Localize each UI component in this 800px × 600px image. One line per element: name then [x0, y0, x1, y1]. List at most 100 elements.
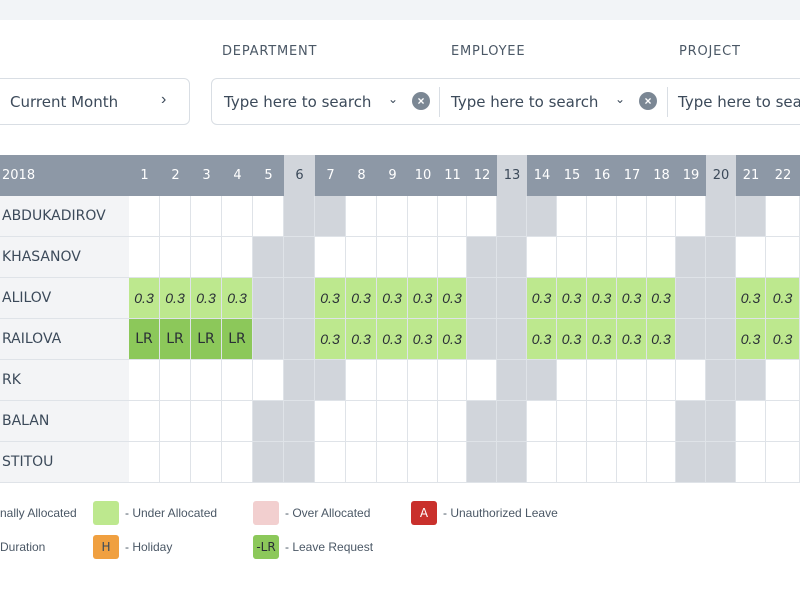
chevron-right-icon[interactable]: ›: [161, 91, 166, 109]
allocation-cell[interactable]: [160, 196, 191, 237]
allocation-cell[interactable]: [527, 360, 557, 401]
allocation-cell[interactable]: [587, 442, 617, 483]
allocation-cell[interactable]: [377, 196, 408, 237]
allocation-cell[interactable]: [222, 401, 253, 442]
allocation-cell[interactable]: [766, 401, 800, 442]
allocation-cell[interactable]: [377, 237, 408, 278]
allocation-cell[interactable]: [557, 237, 587, 278]
allocation-cell[interactable]: [676, 360, 706, 401]
allocation-cell[interactable]: [587, 401, 617, 442]
allocation-cell[interactable]: [129, 237, 160, 278]
allocation-cell[interactable]: [617, 360, 647, 401]
allocation-cell[interactable]: [467, 442, 497, 483]
allocation-cell[interactable]: [617, 196, 647, 237]
employee-search-input[interactable]: Type here to search: [451, 93, 598, 111]
allocation-cell[interactable]: 0.3: [617, 278, 647, 319]
allocation-cell[interactable]: [676, 278, 706, 319]
allocation-cell[interactable]: [467, 237, 497, 278]
allocation-cell[interactable]: 0.3: [377, 278, 408, 319]
allocation-cell[interactable]: [736, 196, 766, 237]
allocation-cell[interactable]: [284, 401, 315, 442]
allocation-cell[interactable]: [587, 360, 617, 401]
allocation-cell[interactable]: [377, 442, 408, 483]
allocation-cell[interactable]: [438, 442, 467, 483]
employee-name[interactable]: STITOU: [0, 442, 129, 483]
allocation-cell[interactable]: [706, 196, 736, 237]
allocation-cell[interactable]: [497, 237, 527, 278]
allocation-cell[interactable]: [497, 360, 527, 401]
allocation-cell[interactable]: [676, 319, 706, 360]
allocation-cell[interactable]: [497, 401, 527, 442]
allocation-cell[interactable]: [284, 442, 315, 483]
allocation-cell[interactable]: [706, 401, 736, 442]
clear-icon[interactable]: ×: [412, 92, 430, 110]
allocation-cell[interactable]: 0.3: [766, 278, 800, 319]
allocation-cell[interactable]: [408, 401, 438, 442]
allocation-cell[interactable]: 0.3: [160, 278, 191, 319]
allocation-cell[interactable]: [284, 278, 315, 319]
allocation-cell[interactable]: 0.3: [617, 319, 647, 360]
allocation-cell[interactable]: 0.3: [736, 278, 766, 319]
allocation-cell[interactable]: [527, 442, 557, 483]
allocation-cell[interactable]: [706, 442, 736, 483]
chevron-down-icon[interactable]: ⌄: [388, 92, 398, 106]
allocation-cell[interactable]: [129, 360, 160, 401]
allocation-cell[interactable]: [346, 401, 377, 442]
allocation-cell[interactable]: [408, 196, 438, 237]
allocation-cell[interactable]: [557, 360, 587, 401]
allocation-cell[interactable]: [706, 278, 736, 319]
allocation-cell[interactable]: [617, 442, 647, 483]
allocation-cell[interactable]: [253, 237, 284, 278]
allocation-cell[interactable]: [647, 442, 676, 483]
allocation-cell[interactable]: [315, 196, 346, 237]
allocation-cell[interactable]: 0.3: [527, 278, 557, 319]
allocation-cell[interactable]: [346, 442, 377, 483]
allocation-cell[interactable]: 0.3: [587, 319, 617, 360]
allocation-cell[interactable]: [315, 237, 346, 278]
allocation-cell[interactable]: [736, 237, 766, 278]
allocation-cell[interactable]: [438, 401, 467, 442]
allocation-cell[interactable]: [497, 278, 527, 319]
allocation-cell[interactable]: [557, 196, 587, 237]
allocation-cell[interactable]: [557, 442, 587, 483]
allocation-cell[interactable]: 0.3: [191, 278, 222, 319]
allocation-cell[interactable]: [191, 442, 222, 483]
allocation-cell[interactable]: [706, 360, 736, 401]
allocation-cell[interactable]: [438, 237, 467, 278]
allocation-cell[interactable]: [736, 401, 766, 442]
employee-name[interactable]: RAILOVA: [0, 319, 129, 360]
allocation-cell[interactable]: [129, 196, 160, 237]
allocation-cell[interactable]: [647, 237, 676, 278]
allocation-cell[interactable]: [766, 237, 800, 278]
allocation-cell[interactable]: 0.3: [766, 319, 800, 360]
allocation-cell[interactable]: [253, 360, 284, 401]
allocation-cell[interactable]: 0.3: [587, 278, 617, 319]
employee-name[interactable]: KHASANOV: [0, 237, 129, 278]
allocation-cell[interactable]: [467, 360, 497, 401]
allocation-cell[interactable]: [438, 196, 467, 237]
allocation-cell[interactable]: [346, 196, 377, 237]
allocation-cell[interactable]: [315, 360, 346, 401]
department-search-input[interactable]: Type here to search: [224, 93, 371, 111]
allocation-cell[interactable]: LR: [129, 319, 160, 360]
allocation-cell[interactable]: [497, 319, 527, 360]
allocation-cell[interactable]: 0.3: [438, 319, 467, 360]
allocation-cell[interactable]: [766, 360, 800, 401]
allocation-cell[interactable]: [253, 401, 284, 442]
allocation-cell[interactable]: 0.3: [346, 278, 377, 319]
allocation-cell[interactable]: [766, 442, 800, 483]
allocation-cell[interactable]: [676, 401, 706, 442]
allocation-cell[interactable]: [736, 442, 766, 483]
allocation-cell[interactable]: [160, 442, 191, 483]
allocation-cell[interactable]: [222, 442, 253, 483]
allocation-cell[interactable]: [377, 401, 408, 442]
allocation-cell[interactable]: [467, 319, 497, 360]
allocation-cell[interactable]: [467, 196, 497, 237]
allocation-cell[interactable]: 0.3: [377, 319, 408, 360]
allocation-cell[interactable]: LR: [191, 319, 222, 360]
allocation-cell[interactable]: [222, 196, 253, 237]
allocation-cell[interactable]: LR: [222, 319, 253, 360]
allocation-cell[interactable]: [467, 401, 497, 442]
employee-name[interactable]: ABDUKADIROV: [0, 196, 129, 237]
allocation-cell[interactable]: [497, 442, 527, 483]
